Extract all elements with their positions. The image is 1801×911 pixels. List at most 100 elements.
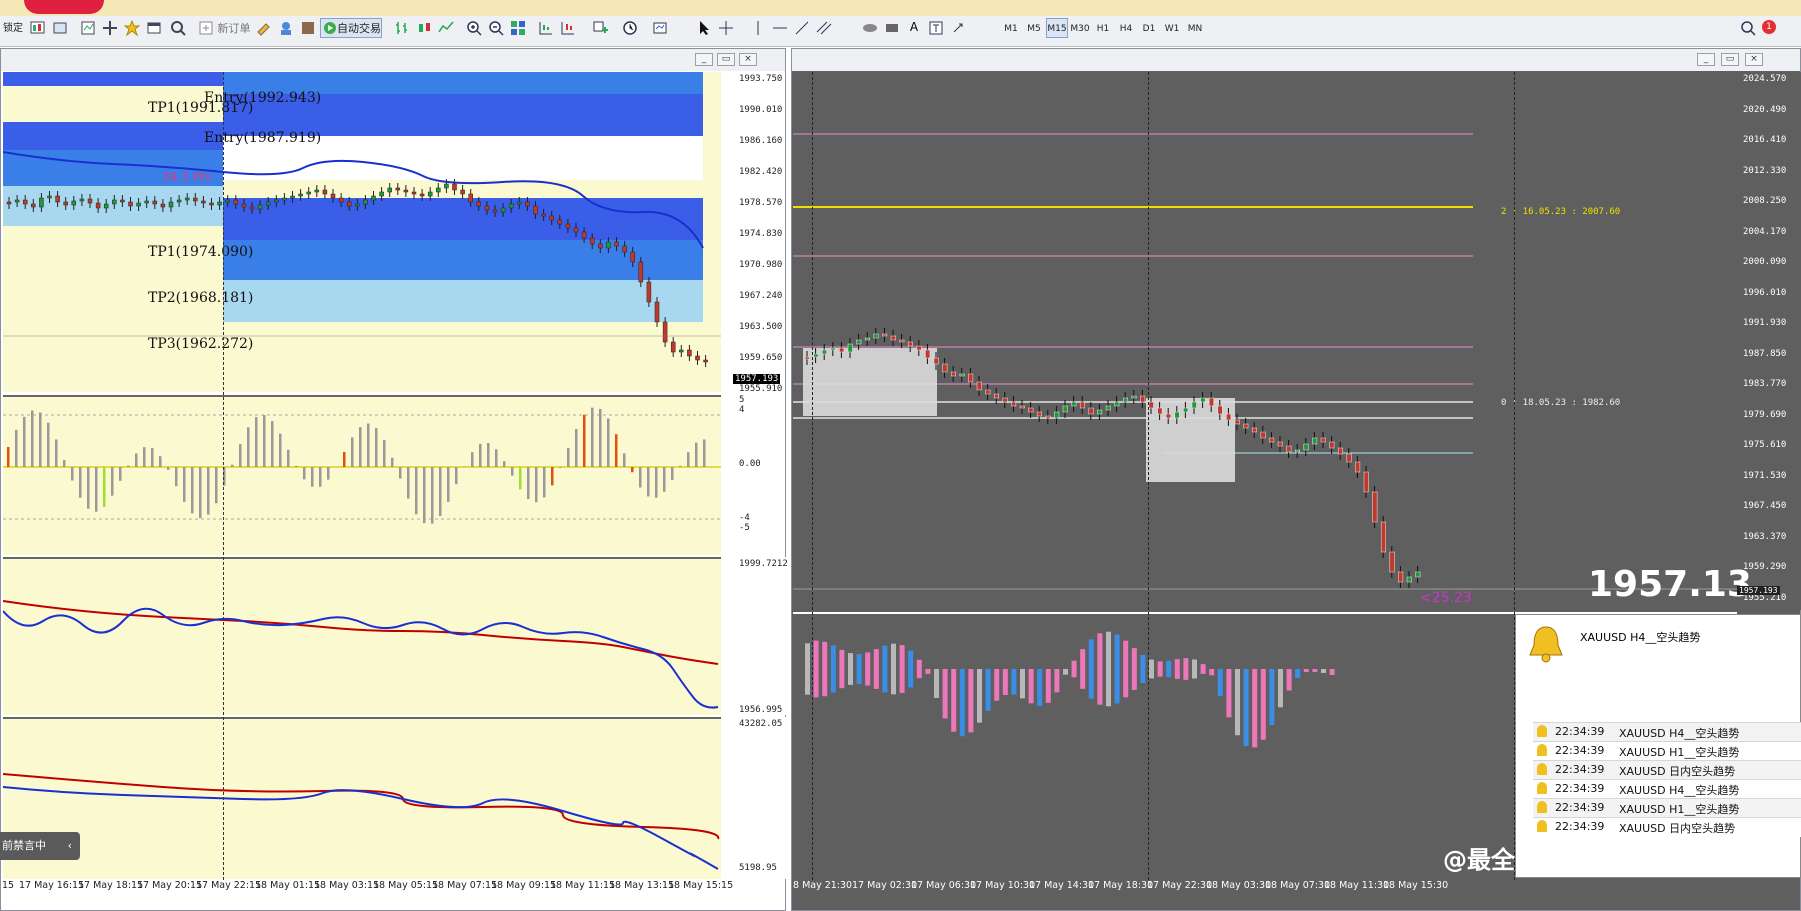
- alert-row[interactable]: 22:34:39 XAUUSD H4__空头趋势: [1533, 722, 1801, 742]
- ellipse-icon[interactable]: [862, 20, 878, 36]
- zone-label: TP2(1968.181): [148, 290, 254, 306]
- right-main-pane[interactable]: [793, 72, 1737, 610]
- minimize-button[interactable]: _: [695, 53, 713, 66]
- tester-icon[interactable]: [170, 20, 186, 36]
- lock-button[interactable]: 锁定: [0, 18, 26, 38]
- cursor-icon[interactable]: [696, 20, 712, 36]
- alert-row[interactable]: 22:34:39 XAUUSD H1__空头趋势: [1533, 741, 1801, 761]
- time-label: 18 May 03:15: [314, 880, 380, 891]
- new-chart-icon[interactable]: [30, 20, 46, 36]
- time-label: 17 May 18:15: [78, 880, 144, 891]
- alert-message: XAUUSD H1__空头趋势: [1619, 803, 1740, 816]
- side-tab[interactable]: 前禁言中 ‹: [0, 832, 80, 860]
- price-tick: 1983.770: [1743, 379, 1787, 389]
- terminal-icon[interactable]: [146, 20, 162, 36]
- alert-message: XAUUSD H4__空头趋势: [1619, 784, 1740, 797]
- ea-badge: [24, 0, 104, 14]
- price-tick: 1990.010: [739, 105, 783, 115]
- alert-row[interactable]: 22:34:39 XAUUSD H4__空头趋势: [1533, 779, 1801, 799]
- chevron-left-icon: ‹: [67, 839, 72, 852]
- timeframe-button-m30[interactable]: M30: [1069, 18, 1091, 38]
- search-icon[interactable]: [1740, 20, 1756, 36]
- left-oscillator-pane[interactable]: [3, 395, 721, 555]
- left-volume-pane[interactable]: [3, 717, 721, 879]
- timeframe-button-m15[interactable]: M15: [1046, 18, 1068, 38]
- right-current-price-tag: 1957.193: [1737, 586, 1780, 595]
- tile-windows-icon[interactable]: [510, 20, 526, 36]
- timeframe-button-m1[interactable]: M1: [1000, 18, 1022, 38]
- profiles-icon[interactable]: [52, 20, 68, 36]
- close-button[interactable]: ×: [1745, 53, 1763, 66]
- chart-shift-icon[interactable]: [538, 20, 554, 36]
- time-label: 18 May 01:15: [255, 880, 321, 891]
- price-tick: 1978.570: [739, 198, 783, 208]
- bell-icon: [1537, 763, 1547, 775]
- left-main-pane[interactable]: [3, 72, 721, 392]
- ma-tick: 1956.995: [739, 705, 783, 715]
- time-label: 17 May 22:15: [196, 880, 262, 891]
- big-price-display: 1957.13: [1588, 564, 1752, 605]
- side-tab-label: 前禁言中: [2, 839, 46, 852]
- text-icon[interactable]: A: [906, 20, 922, 36]
- market-watch-icon[interactable]: [80, 20, 96, 36]
- left-ma-pane[interactable]: [3, 557, 721, 715]
- time-label: 17 May 16:15: [19, 880, 85, 891]
- timeframe-button-m5[interactable]: M5: [1023, 18, 1045, 38]
- minimize-button[interactable]: _: [1697, 53, 1715, 66]
- close-button[interactable]: ×: [739, 53, 757, 66]
- alert-row[interactable]: 22:34:39 XAUUSD H1__空头趋势: [1533, 798, 1801, 818]
- favorites-icon[interactable]: [123, 19, 141, 37]
- price-tick: 1975.610: [1743, 440, 1787, 450]
- price-tick: 2024.570: [1743, 74, 1787, 84]
- bar-chart-icon[interactable]: [394, 20, 410, 36]
- ma-axis: 1999.7212 1956.995: [733, 557, 793, 715]
- alert-row[interactable]: 22:34:39 XAUUSD 日内空头趋势: [1533, 760, 1801, 780]
- volume-axis: 43282.05 5198.95: [733, 717, 793, 879]
- oscillator-histogram: [3, 407, 721, 524]
- trendline-icon[interactable]: [794, 20, 810, 36]
- signals-icon[interactable]: [300, 20, 316, 36]
- zoom-out-icon[interactable]: [488, 20, 504, 36]
- text-label-icon[interactable]: [928, 20, 944, 36]
- vertical-line-icon[interactable]: [750, 20, 766, 36]
- candle-chart-icon[interactable]: [416, 20, 432, 36]
- periods-icon[interactable]: [622, 20, 638, 36]
- accounts-icon[interactable]: [278, 20, 294, 36]
- rectangle-icon[interactable]: [884, 20, 900, 36]
- templates-icon[interactable]: [652, 20, 668, 36]
- zone-label: TP1(1974.090): [148, 244, 254, 260]
- restore-button[interactable]: ▭: [717, 53, 735, 66]
- left-time-axis: 15 17 May 16:15 17 May 18:15 17 May 20:15 17…: [0, 880, 733, 894]
- timeframe-button-h1[interactable]: H1: [1092, 18, 1114, 38]
- level-label: 0 : 18.05.23 : 1982.60: [1501, 398, 1621, 408]
- time-label: 17 May 10:30: [970, 880, 1036, 891]
- alert-message: XAUUSD H1__空头趋势: [1619, 746, 1740, 759]
- alert-time: 22:34:39: [1555, 744, 1605, 757]
- autoscroll-icon[interactable]: [560, 20, 576, 36]
- timeframe-button-d1[interactable]: D1: [1138, 18, 1160, 38]
- metaeditor-icon[interactable]: [256, 20, 272, 36]
- timeframe-button-w1[interactable]: W1: [1161, 18, 1183, 38]
- oscillator-tick: -5: [739, 523, 750, 533]
- time-label: 17 May 20:15: [137, 880, 203, 891]
- new-order-button[interactable]: 新订单: [214, 18, 254, 38]
- zone-label: TP3(1962.272): [148, 336, 254, 352]
- zoom-in-icon[interactable]: [466, 20, 482, 36]
- crosshair-icon[interactable]: [718, 20, 734, 36]
- arrows-icon[interactable]: [952, 20, 968, 36]
- channel-icon[interactable]: [816, 20, 832, 36]
- timeframe-button-mn[interactable]: MN: [1184, 18, 1206, 38]
- time-label: 18 May 07:15: [432, 880, 498, 891]
- horizontal-line-icon[interactable]: [772, 20, 788, 36]
- line-chart-icon[interactable]: [438, 20, 454, 36]
- pips-label: <25.23: [1420, 590, 1472, 606]
- indicators-icon[interactable]: [592, 20, 608, 36]
- price-tick: 2008.250: [1743, 196, 1787, 206]
- navigator-icon[interactable]: [102, 20, 118, 36]
- new-order-icon[interactable]: [198, 20, 214, 36]
- ma-lines-chart: [3, 600, 719, 709]
- timeframe-button-h4[interactable]: H4: [1115, 18, 1137, 38]
- alert-row[interactable]: 22:34:39 XAUUSD 日内空头趋势: [1533, 817, 1801, 837]
- restore-button[interactable]: ▭: [1721, 53, 1739, 66]
- notification-badge[interactable]: 1: [1762, 20, 1776, 34]
